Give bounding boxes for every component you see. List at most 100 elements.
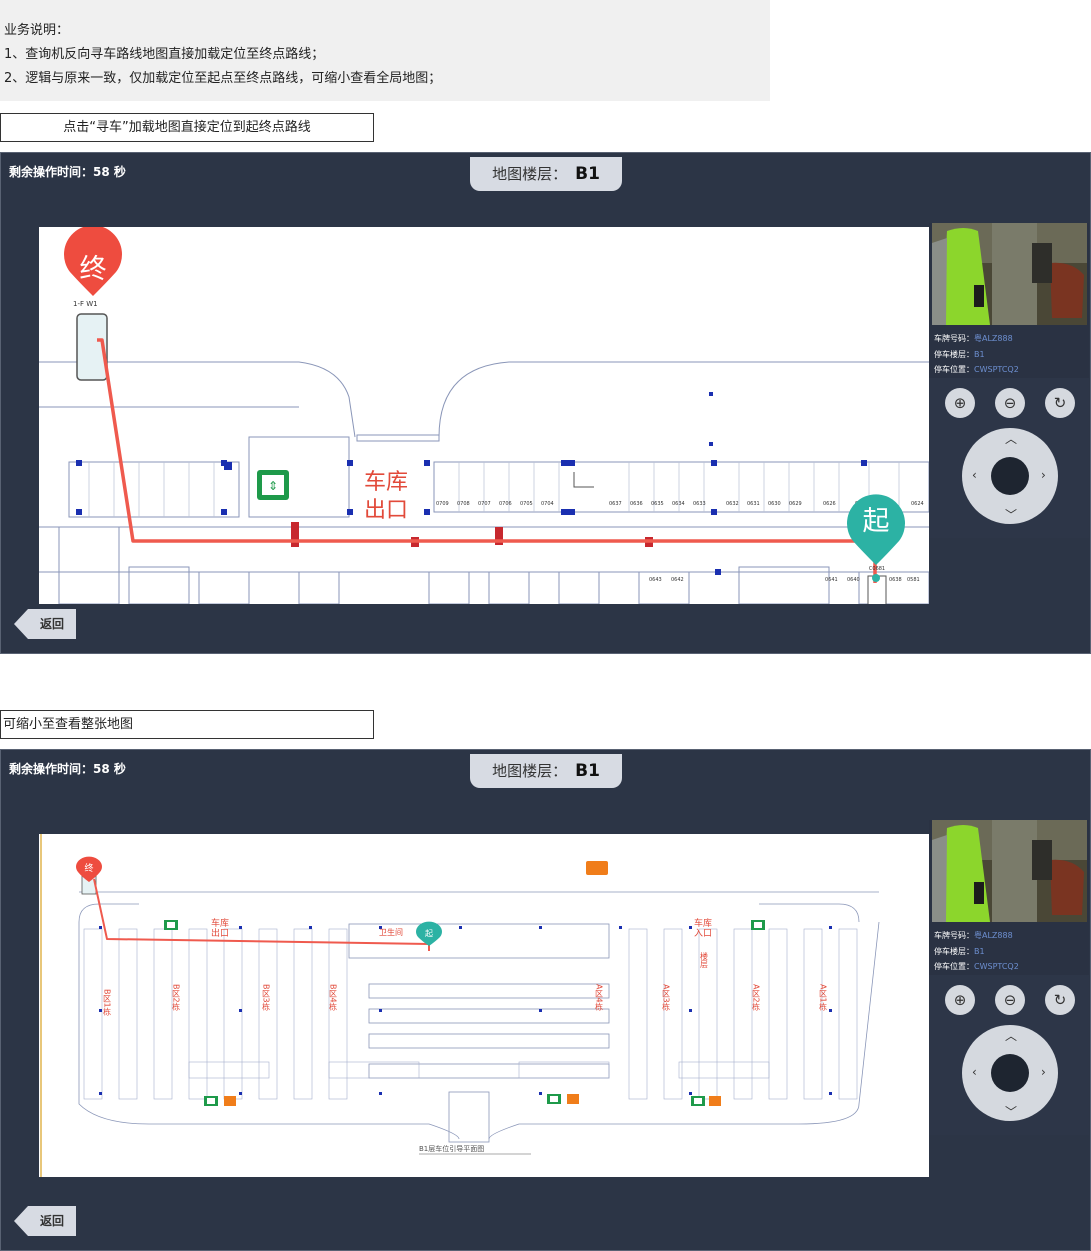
svg-text:⇕: ⇕ bbox=[268, 479, 278, 493]
spot-number: 0708 bbox=[457, 501, 470, 507]
spot-number: 0643 bbox=[649, 577, 662, 583]
floor-plan-title: B1层车位引导平面图 bbox=[419, 1144, 484, 1153]
zone-label: A区4栋 bbox=[595, 984, 604, 1012]
end-marker: 终 bbox=[76, 856, 102, 882]
svg-text:终: 终 bbox=[84, 862, 93, 874]
toilet-icon bbox=[567, 1094, 579, 1104]
zone-label: A区2栋 bbox=[752, 984, 761, 1012]
parking-map-overview[interactable]: B区1栋 B区2栋 B区3栋 B区4栋 A区4栋 A区3栋 A区2栋 A区1栋 … bbox=[39, 834, 929, 1177]
level-row: 停车楼层：B1 bbox=[934, 947, 985, 956]
chevron-right-icon[interactable]: › bbox=[1041, 1065, 1046, 1079]
spot-number: 0637 bbox=[609, 501, 622, 507]
floor-label: 地图楼层： bbox=[492, 165, 568, 183]
chevron-down-icon[interactable]: ﹀ bbox=[1005, 506, 1017, 523]
zoom-out-icon: ⊖ bbox=[1003, 394, 1017, 412]
notes-line-2: 2、逻辑与原来一致，仅加载定位至起点至终点路线，可缩小查看全局地图； bbox=[4, 71, 442, 86]
exit-label: 出口 bbox=[211, 927, 229, 939]
dpad-center bbox=[991, 1054, 1029, 1092]
exit-label: 车库 bbox=[211, 917, 229, 929]
map-controls: ⊕ ⊖ ↻ ︿ ﹀ ‹ › bbox=[929, 975, 1089, 1135]
elevator-icon: ⇕ bbox=[257, 470, 289, 500]
chevron-left-icon[interactable]: ‹ bbox=[972, 1065, 977, 1079]
zoom-out-button[interactable]: ⊖ bbox=[995, 388, 1025, 418]
chevron-down-icon[interactable]: ﹀ bbox=[1005, 1103, 1017, 1120]
elevator-icon bbox=[691, 1096, 705, 1106]
spot-number: 0633 bbox=[693, 501, 706, 507]
svg-text:终: 终 bbox=[80, 254, 107, 285]
spot-number: 0636 bbox=[630, 501, 643, 507]
spot-number: 0630 bbox=[768, 501, 781, 507]
spot-number: 0581 bbox=[907, 577, 920, 583]
zoom-in-icon: ⊕ bbox=[953, 991, 967, 1009]
elevator-icon bbox=[204, 1096, 218, 1106]
notes-line-1: 1、查询机反向寻车路线地图直接加载定位至终点路线； bbox=[4, 47, 325, 62]
floor-selector[interactable]: 地图楼层： B1 bbox=[470, 754, 622, 788]
countdown-timer: 剩余操作时间：58 秒 bbox=[9, 165, 126, 179]
spot-number: 0640 bbox=[847, 577, 860, 583]
zone-label: B区3栋 bbox=[262, 984, 271, 1012]
end-marker: 终 bbox=[64, 227, 122, 296]
zoom-out-button[interactable]: ⊖ bbox=[995, 985, 1025, 1015]
spot-number: 0624 bbox=[911, 501, 924, 507]
zone-label: B区1栋 bbox=[103, 989, 112, 1017]
spot-number: 0634 bbox=[672, 501, 685, 507]
zone-label: A区3栋 bbox=[662, 984, 671, 1012]
svg-text:C0681: C0681 bbox=[869, 566, 885, 572]
elevator-icon bbox=[164, 920, 178, 930]
stair-label: 楼层 bbox=[700, 951, 709, 969]
svg-text:起: 起 bbox=[863, 506, 890, 537]
exit-label: 出口 bbox=[364, 498, 408, 523]
spot-number: 0638 bbox=[889, 577, 902, 583]
spot-number: 0704 bbox=[541, 501, 554, 507]
caption-zoomed-route: 点击“寻车”加载地图直接定位到起终点路线 bbox=[0, 113, 374, 142]
elevator-icon bbox=[751, 920, 765, 930]
spot-number: 0635 bbox=[651, 501, 664, 507]
countdown-timer: 剩余操作时间：58 秒 bbox=[9, 762, 126, 776]
rotate-reset-icon: ↻ bbox=[1053, 394, 1067, 412]
rotate-reset-icon: ↻ bbox=[1053, 991, 1067, 1009]
destination-spot-label: 1-F W1 bbox=[73, 300, 98, 308]
floor-selector[interactable]: 地图楼层： B1 bbox=[470, 157, 622, 191]
level-row: 停车楼层：B1 bbox=[934, 350, 985, 359]
spot-row: 停车位置：CWSPTCQ2 bbox=[934, 365, 1019, 374]
spot-number: 0642 bbox=[671, 577, 684, 583]
zoom-in-button[interactable]: ⊕ bbox=[945, 388, 975, 418]
spot-number: 0709 bbox=[436, 501, 449, 507]
svg-text:起: 起 bbox=[425, 929, 433, 938]
toilet-icon bbox=[586, 861, 608, 875]
toilet-icon bbox=[709, 1096, 721, 1106]
kiosk-screen-overview: 剩余操作时间：58 秒 地图楼层： B1 B区1栋 B区2栋 B区3栋 B区4栋… bbox=[0, 749, 1091, 1251]
back-button[interactable]: 返回 bbox=[14, 1206, 76, 1236]
zone-label: B区2栋 bbox=[172, 984, 181, 1012]
spot-row: 停车位置：CWSPTCQ2 bbox=[934, 962, 1019, 971]
notes-title: 业务说明： bbox=[4, 23, 70, 38]
spot-number: 0626 bbox=[823, 501, 836, 507]
exit-label: 车库 bbox=[364, 470, 408, 495]
spot-number: 0631 bbox=[747, 501, 760, 507]
spot-number: 0641 bbox=[825, 577, 838, 583]
zoom-in-button[interactable]: ⊕ bbox=[945, 985, 975, 1015]
chevron-up-icon[interactable]: ︿ bbox=[1005, 1027, 1017, 1044]
zoom-out-icon: ⊖ bbox=[1003, 991, 1017, 1009]
zone-label: A区1栋 bbox=[819, 984, 828, 1012]
start-marker: 起 bbox=[416, 921, 443, 946]
dpad-center bbox=[991, 457, 1029, 495]
chevron-up-icon[interactable]: ︿ bbox=[1005, 430, 1017, 447]
reset-view-button[interactable]: ↻ bbox=[1045, 985, 1075, 1015]
toilet-label: 卫生间 bbox=[379, 927, 403, 937]
entrance-label: 入口 bbox=[694, 928, 712, 939]
vehicle-photo bbox=[932, 820, 1087, 922]
spot-number: 0707 bbox=[478, 501, 491, 507]
toilet-icon bbox=[224, 1096, 236, 1106]
pan-dpad[interactable]: ︿ ﹀ ‹ › bbox=[962, 428, 1058, 524]
start-marker: 起 C0681 bbox=[846, 494, 905, 582]
pan-dpad[interactable]: ︿ ﹀ ‹ › bbox=[962, 1025, 1058, 1121]
spot-number: 0706 bbox=[499, 501, 512, 507]
caption-full-map: 可缩小至查看整张地图 bbox=[0, 710, 374, 739]
back-button[interactable]: 返回 bbox=[14, 609, 76, 639]
business-notes: 业务说明： 1、查询机反向寻车路线地图直接加载定位至终点路线； 2、逻辑与原来一… bbox=[0, 0, 770, 101]
reset-view-button[interactable]: ↻ bbox=[1045, 388, 1075, 418]
chevron-left-icon[interactable]: ‹ bbox=[972, 468, 977, 482]
chevron-right-icon[interactable]: › bbox=[1041, 468, 1046, 482]
parking-map-zoomed[interactable]: 0709 0708 0707 0706 0705 0704 0637 0636 … bbox=[39, 227, 929, 604]
